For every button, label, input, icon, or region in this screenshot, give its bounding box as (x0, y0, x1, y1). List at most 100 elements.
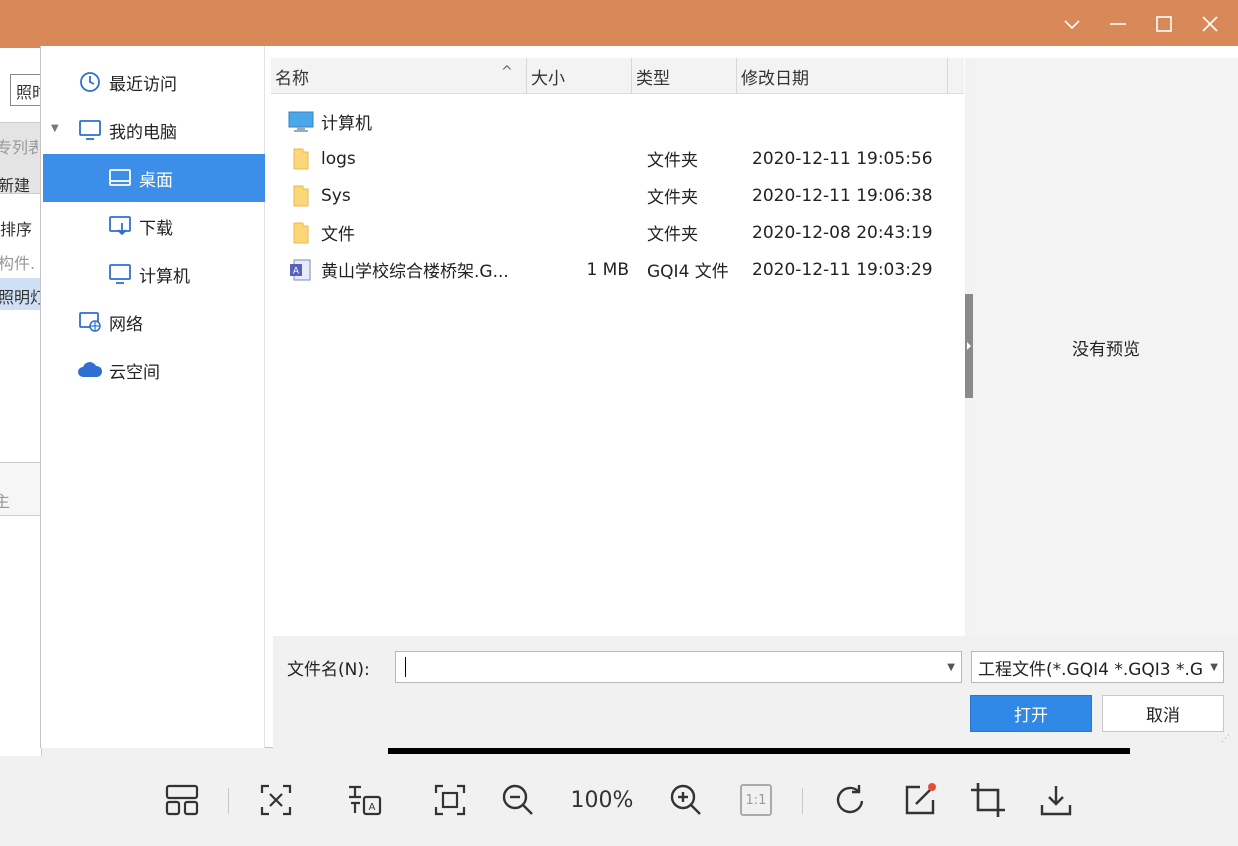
column-header-size[interactable]: 大小 (527, 58, 632, 94)
file-row-gqi4[interactable]: A 黄山学校综合楼桥架.G... 1 MB GQI4 文件 2020-12-11… (271, 251, 964, 288)
background-app-text: 主 (0, 488, 36, 512)
nav-item-computer[interactable]: 计算机 (43, 250, 265, 298)
viewer-toolbar: A 100% 1:1 (0, 756, 1238, 846)
file-type: 文件夹 (647, 188, 698, 208)
svg-text:A: A (369, 802, 376, 813)
dialog-footer: 文件名(N): ▼ 工程文件(*.GQI4 *.GQI3 *.G ▼ 打开 取消… (273, 636, 1238, 748)
download-icon[interactable] (1034, 778, 1078, 822)
background-app-selected-row: 照明灯 (0, 278, 40, 310)
filename-input[interactable]: ▼ (395, 651, 962, 683)
nav-item-label: 云空间 (109, 362, 160, 383)
nav-pane: 最近访问 ▼ 我的电脑 桌面 下载 计算机 网络 云空间 (41, 46, 265, 748)
folder-icon (287, 177, 315, 214)
file-type-filter-value: 工程文件(*.GQI4 *.GQI3 *.G (978, 659, 1204, 680)
ocr-text-icon[interactable]: A (342, 778, 386, 822)
network-icon (77, 310, 103, 334)
minimize-icon[interactable] (1096, 6, 1140, 42)
actual-size-label: 1:1 (740, 784, 772, 816)
column-header-name[interactable]: 名称 ^ (271, 58, 527, 94)
desktop-icon (107, 166, 133, 190)
cancel-button[interactable]: 取消 (1102, 695, 1224, 732)
chevron-down-icon[interactable] (1050, 6, 1094, 42)
column-header-label: 类型 (636, 68, 670, 89)
computer-icon (287, 103, 315, 140)
open-file-dialog: 最近访问 ▼ 我的电脑 桌面 下载 计算机 网络 云空间 名称 ^ 大小 类型 … (40, 46, 1238, 748)
edit-icon[interactable] (898, 778, 942, 822)
column-header-label: 修改日期 (741, 68, 809, 89)
window-titlebar (0, 0, 1238, 48)
file-size (561, 177, 629, 214)
toolbar-divider (228, 788, 229, 814)
preview-text: 没有预览 (1072, 339, 1140, 360)
nav-item-label: 桌面 (139, 170, 173, 191)
resize-grip-icon[interactable]: ⋰ (1221, 734, 1231, 744)
folder-icon (287, 140, 315, 177)
toolbar-divider (802, 788, 803, 814)
column-header-label: 大小 (531, 68, 565, 89)
splitter-handle[interactable] (965, 294, 973, 398)
chevron-down-icon[interactable]: ▼ (947, 662, 955, 673)
clock-icon (77, 70, 103, 94)
file-name: Sys (321, 185, 351, 206)
file-row-wenjian[interactable]: 文件 文件夹 2020-12-08 20:43:19 (271, 214, 964, 251)
nav-item-label: 网络 (109, 314, 143, 335)
background-app: 照时 专列表 新建 排序 构件. 照明灯 主 (0, 46, 42, 756)
file-size: 1 MB (586, 259, 629, 280)
background-app-text: 新建 (0, 176, 31, 195)
file-size (561, 140, 629, 177)
sort-ascending-icon: ^ (501, 64, 513, 80)
file-row-computer[interactable]: 计算机 (271, 103, 964, 140)
file-type: GQI4 文件 (647, 262, 729, 282)
nav-item-my-computer[interactable]: 我的电脑 (43, 106, 265, 154)
list-header: 名称 ^ 大小 类型 修改日期 (271, 58, 964, 94)
close-icon[interactable] (1188, 6, 1232, 42)
cloud-icon (77, 358, 103, 382)
zoom-out-icon[interactable] (496, 778, 540, 822)
filename-label: 文件名(N): (287, 659, 370, 680)
file-name: logs (321, 148, 356, 169)
column-header-date[interactable]: 修改日期 (737, 58, 948, 94)
file-name: 黄山学校综合楼桥架.G... (321, 262, 509, 282)
nav-item-label: 我的电脑 (109, 122, 177, 143)
fit-screen-icon[interactable] (428, 778, 472, 822)
file-row-sys[interactable]: Sys 文件夹 2020-12-11 19:06:38 (271, 177, 964, 214)
maximize-icon[interactable] (1142, 6, 1186, 42)
chevron-down-icon: ▼ (1210, 662, 1218, 673)
file-date: 2020-12-11 19:03:29 (752, 259, 933, 280)
ai-scan-icon[interactable] (254, 778, 298, 822)
open-button[interactable]: 打开 (970, 695, 1092, 732)
text-caret (405, 657, 406, 677)
nav-item-recent[interactable]: 最近访问 (43, 58, 265, 106)
folder-icon (287, 214, 315, 251)
nav-item-cloud[interactable]: 云空间 (43, 346, 265, 394)
zoom-level: 100% (570, 787, 634, 813)
nav-item-downloads[interactable]: 下载 (43, 202, 265, 250)
preview-splitter[interactable] (965, 58, 973, 636)
file-list: 名称 ^ 大小 类型 修改日期 计算机 logs 文件夹 2020-12-11 … (271, 58, 964, 636)
zoom-in-icon[interactable] (664, 778, 708, 822)
column-header-type[interactable]: 类型 (632, 58, 737, 94)
download-icon (107, 214, 133, 238)
nav-item-label: 计算机 (139, 266, 190, 287)
nav-item-network[interactable]: 网络 (43, 298, 265, 346)
viewer-image-strip (388, 748, 1130, 754)
actual-size-button[interactable]: 1:1 (734, 778, 778, 822)
background-app-text: 排序 (0, 220, 33, 239)
column-header-label: 名称 (275, 68, 309, 89)
preview-pane: 没有预览 (973, 58, 1238, 636)
crop-icon[interactable] (966, 778, 1010, 822)
gqi-file-icon: A (287, 251, 315, 288)
thumbnails-icon[interactable] (160, 778, 204, 822)
monitor-icon (107, 262, 133, 286)
background-app-text: 专列表 (0, 138, 38, 157)
file-date: 2020-12-08 20:43:19 (752, 222, 933, 243)
background-app-field: 照时 (10, 74, 41, 106)
file-row-logs[interactable]: logs 文件夹 2020-12-11 19:05:56 (271, 140, 964, 177)
file-type: 文件夹 (647, 151, 698, 171)
file-type-filter[interactable]: 工程文件(*.GQI4 *.GQI3 *.G ▼ (971, 651, 1224, 683)
monitor-icon (77, 118, 103, 142)
file-date: 2020-12-11 19:06:38 (752, 185, 933, 206)
file-date: 2020-12-11 19:05:56 (752, 148, 933, 169)
nav-item-desktop[interactable]: 桌面 (43, 154, 265, 202)
rotate-icon[interactable] (828, 778, 872, 822)
